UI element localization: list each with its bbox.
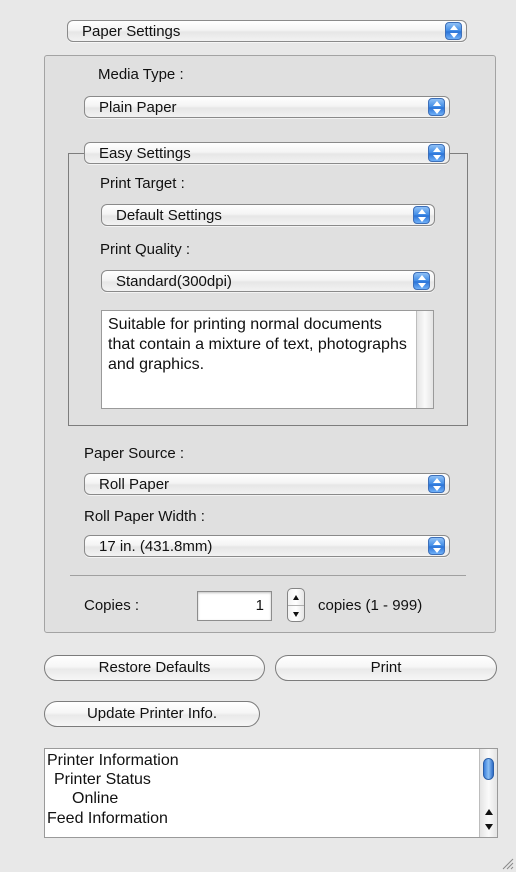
info-list-scrollbar[interactable] — [479, 749, 497, 837]
popup-arrows-icon — [445, 22, 462, 40]
stepper-down-icon[interactable] — [288, 607, 304, 621]
printer-info-list: Printer Information Printer Status Onlin… — [44, 748, 498, 838]
print-quality-popup[interactable]: Standard(300dpi) — [101, 270, 435, 292]
resize-grip-icon[interactable] — [500, 856, 514, 870]
copies-range-label: copies (1 - 999) — [318, 597, 423, 614]
copies-stepper[interactable] — [287, 588, 305, 622]
paper-source-value: Roll Paper — [99, 476, 170, 493]
print-target-label: Print Target : — [100, 175, 185, 192]
paper-source-popup[interactable]: Roll Paper — [84, 473, 450, 495]
print-target-value: Default Settings — [116, 207, 222, 224]
popup-arrows-icon — [428, 475, 445, 493]
roll-width-popup[interactable]: 17 in. (431.8mm) — [84, 535, 450, 557]
copies-input[interactable]: 1 — [197, 591, 272, 621]
scroll-up-icon[interactable] — [483, 807, 495, 817]
paper-settings-popup[interactable]: Paper Settings — [67, 20, 467, 42]
popup-arrows-icon — [428, 537, 445, 555]
popup-arrows-icon — [413, 206, 430, 224]
description-scrollbar[interactable] — [416, 311, 433, 408]
stepper-divider — [288, 605, 304, 606]
info-line-printer-information: Printer Information — [47, 752, 179, 769]
info-line-feed-information: Feed Information — [47, 810, 168, 827]
popup-arrows-icon — [428, 144, 445, 162]
scroll-thumb[interactable] — [483, 758, 494, 780]
popup-arrows-icon — [413, 272, 430, 290]
print-quality-value: Standard(300dpi) — [116, 273, 232, 290]
info-line-online: Online — [72, 790, 119, 807]
roll-width-label: Roll Paper Width : — [84, 508, 205, 525]
media-type-value: Plain Paper — [99, 99, 177, 116]
easy-settings-label: Easy Settings — [99, 145, 191, 162]
quality-description-text: Suitable for printing normal documents t… — [108, 316, 407, 373]
divider — [70, 575, 466, 576]
print-button[interactable]: Print — [275, 655, 497, 681]
restore-defaults-button[interactable]: Restore Defaults — [44, 655, 265, 681]
print-quality-label: Print Quality : — [100, 241, 191, 258]
media-type-popup[interactable]: Plain Paper — [84, 96, 450, 118]
roll-width-value: 17 in. (431.8mm) — [99, 538, 213, 555]
paper-settings-label: Paper Settings — [82, 23, 181, 40]
print-target-popup[interactable]: Default Settings — [101, 204, 435, 226]
easy-settings-popup[interactable]: Easy Settings — [84, 142, 450, 164]
paper-source-label: Paper Source : — [84, 445, 185, 462]
stepper-up-icon[interactable] — [288, 591, 304, 605]
scroll-down-icon[interactable] — [483, 822, 495, 832]
media-type-label: Media Type : — [98, 66, 184, 83]
popup-arrows-icon — [428, 98, 445, 116]
info-line-printer-status: Printer Status — [54, 771, 151, 788]
update-printer-info-button[interactable]: Update Printer Info. — [44, 701, 260, 727]
copies-value: 1 — [255, 597, 264, 614]
copies-label: Copies : — [84, 597, 140, 614]
quality-description: Suitable for printing normal documents t… — [101, 310, 434, 409]
